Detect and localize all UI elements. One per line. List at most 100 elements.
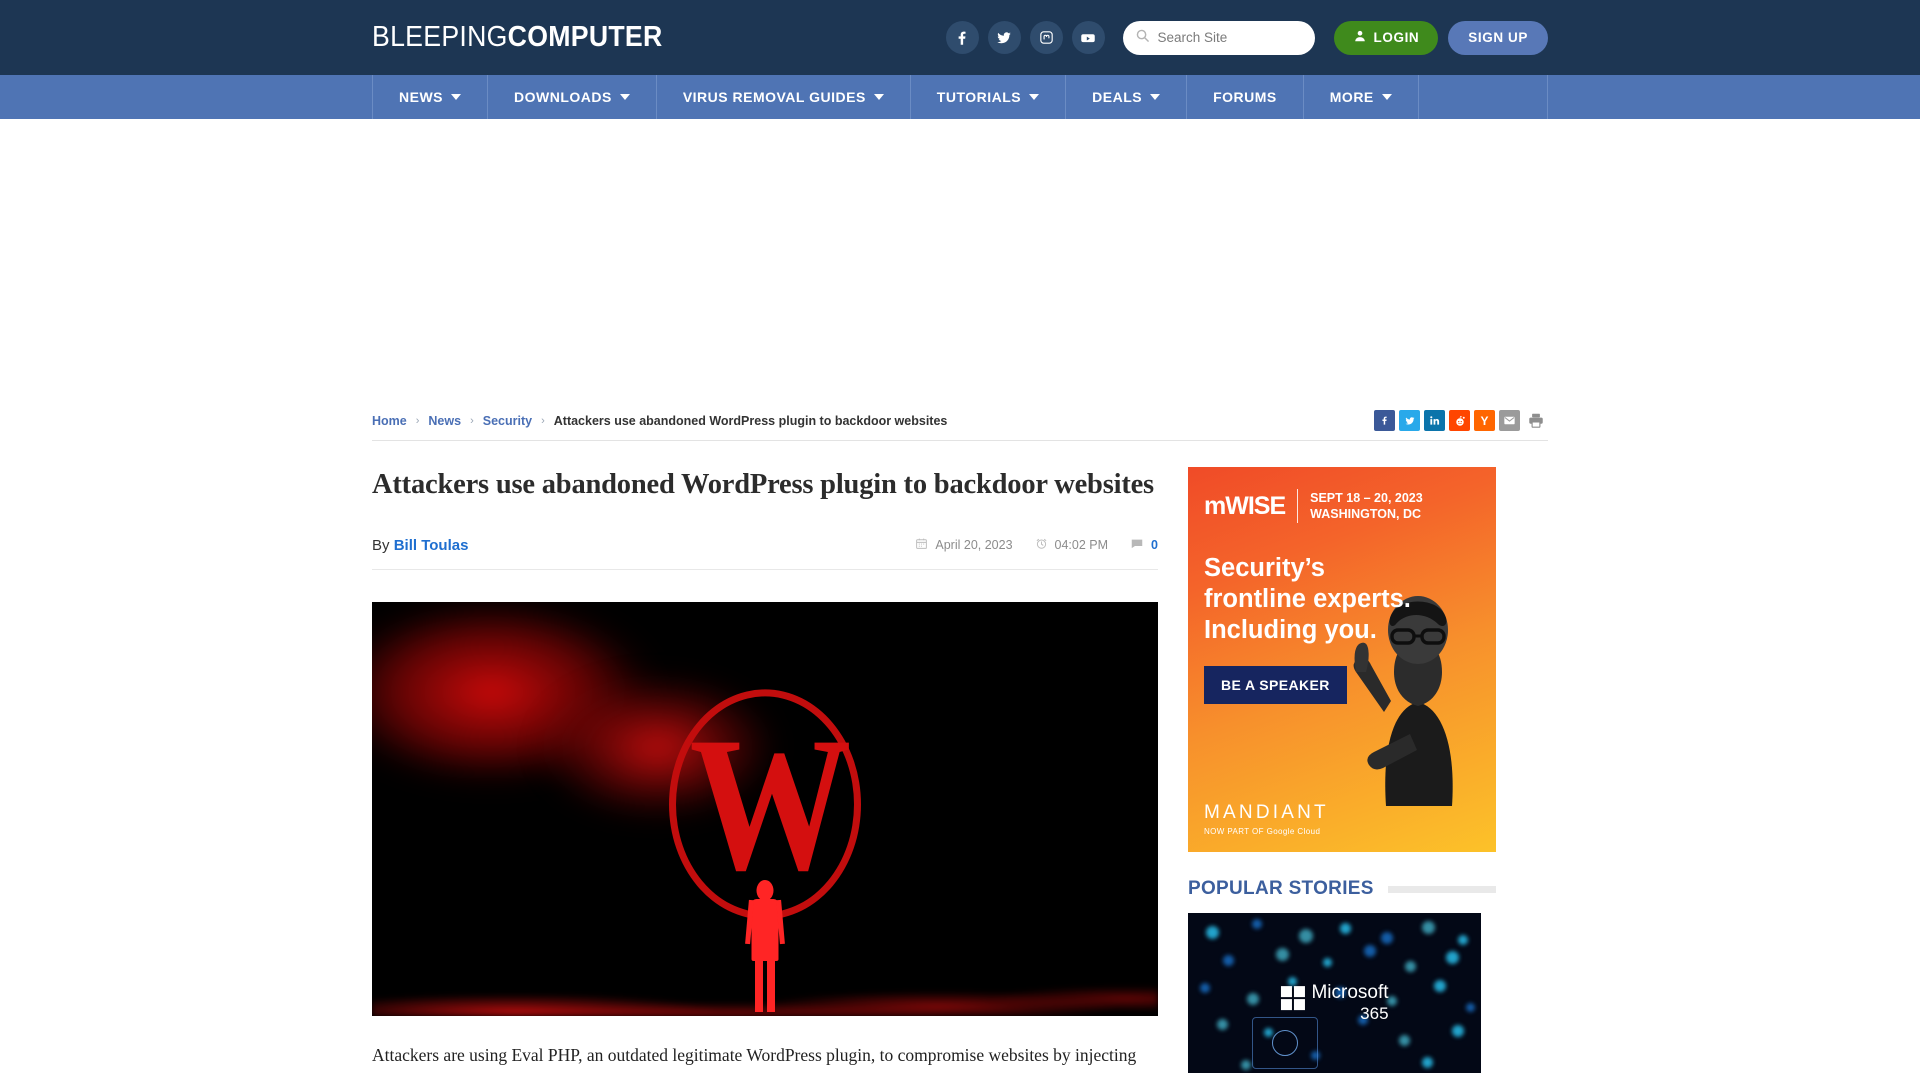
bokeh-dot <box>1445 951 1459 965</box>
bokeh-dot <box>1240 1060 1251 1071</box>
ad-headline-line1: Security’s <box>1204 554 1325 582</box>
nav-item-forums[interactable]: FORUMS <box>1187 75 1304 119</box>
bokeh-dot <box>1404 961 1416 972</box>
sidebar: mWISE SEPT 18 – 20, 2023 WASHINGTON, DC … <box>1188 467 1496 1073</box>
section-divider <box>1387 885 1496 893</box>
twitter-icon[interactable] <box>987 21 1021 54</box>
main-navigation: NEWS DOWNLOADS VIRUS REMOVAL GUIDES TUTORIA… <box>0 75 1920 119</box>
content-wrapper: Home › News › Security › Attackers use abandon… <box>372 401 1548 1073</box>
share-linkedin-icon[interactable] <box>1424 410 1445 431</box>
bokeh-dot <box>1205 925 1219 939</box>
byline-row: By Bill Toulas April 20, 2023 04:02 PM 0 <box>372 537 1158 570</box>
nav-item-deals[interactable]: DEALS <box>1066 75 1188 119</box>
page-title: Attackers use abandoned WordPress plugin… <box>372 469 1154 500</box>
sidebar-advertisement[interactable]: mWISE SEPT 18 – 20, 2023 WASHINGTON, DC … <box>1188 467 1496 852</box>
nav-item-label: TUTORIALS <box>936 89 1022 105</box>
search-input[interactable] <box>1157 30 1303 45</box>
ad-headline-line2: frontline experts. <box>1204 585 1411 614</box>
breadcrumb: Home › News › Security › Attackers use abandon… <box>372 414 947 428</box>
calendar-icon <box>915 537 928 553</box>
popular-story-thumbnail[interactable]: Microsoft 365 <box>1188 913 1481 1073</box>
nav-item-virus-removal-guides[interactable]: VIRUS REMOVAL GUIDES <box>657 75 911 119</box>
bokeh-dot <box>1422 1057 1434 1068</box>
bokeh-dot <box>1275 948 1289 962</box>
bokeh-dot <box>1299 929 1314 943</box>
breadcrumb-item-1[interactable]: Home <box>372 414 407 428</box>
microsoft-365-logo: Microsoft 365 <box>1280 982 1389 1023</box>
nav-item-label: NEWS <box>399 89 443 105</box>
share-email-icon[interactable] <box>1499 410 1520 431</box>
bokeh-dot <box>1457 935 1468 946</box>
article-main-column: Attackers use abandoned WordPress plugin… <box>372 467 1158 1073</box>
mastodon-icon[interactable] <box>1029 21 1063 54</box>
search-box[interactable] <box>1122 20 1315 55</box>
share-twitter-icon[interactable] <box>1399 410 1420 431</box>
bokeh-dot <box>1434 980 1447 993</box>
bokeh-dot <box>1199 983 1210 994</box>
breadcrumb-item-2[interactable]: News <box>428 414 461 428</box>
ad-brand: MANDIANT NOW PART OF Google Cloud <box>1204 802 1329 836</box>
bokeh-dot <box>1217 1018 1229 1030</box>
bokeh-dot <box>1322 957 1332 967</box>
breadcrumb-item-4: Attackers use abandoned WordPress plugin… <box>553 413 948 428</box>
bokeh-dot <box>1381 932 1394 945</box>
publish-date: April 20, 2023 <box>915 537 1013 553</box>
publish-time-text: 04:02 PM <box>1054 538 1109 553</box>
share-reddit-icon[interactable] <box>1449 410 1470 431</box>
nav-item-label: DEALS <box>1092 89 1143 105</box>
share-buttons: Y <box>1374 410 1548 431</box>
login-label: LOGIN <box>1373 30 1420 45</box>
share-hackernews-icon[interactable]: Y <box>1474 410 1495 431</box>
bokeh-dot <box>1398 1034 1410 1046</box>
nav-item-label: FORUMS <box>1213 89 1277 105</box>
nav-item-tutorials[interactable]: TUTORIALS <box>911 75 1067 119</box>
hero-person-silhouette <box>745 879 785 1012</box>
nav-item-label: DOWNLOADS <box>514 89 612 105</box>
ad-date-line1: SEPT 18 – 20, 2023 <box>1310 490 1423 505</box>
microsoft-product: 365 <box>1360 1003 1389 1023</box>
bokeh-dot <box>1466 1002 1476 1012</box>
logo-text-bold: COMPUTER <box>507 21 663 53</box>
publish-date-text: April 20, 2023 <box>935 538 1013 553</box>
ad-divider <box>1297 489 1299 523</box>
chevron-down-icon <box>1150 94 1161 100</box>
microsoft-text: Microsoft 365 <box>1311 982 1389 1023</box>
article-body-text: Attackers are using Eval PHP, an outdate… <box>372 1044 1137 1065</box>
chevron-down-icon <box>619 94 630 100</box>
chevron-down-icon <box>1029 94 1040 100</box>
site-logo[interactable]: BLEEPINGCOMPUTER <box>372 21 663 54</box>
share-print-icon[interactable] <box>1524 410 1548 431</box>
user-icon <box>1353 29 1367 46</box>
breadcrumb-separator: › <box>541 414 545 427</box>
ad-brand-name: MANDIANT <box>1204 802 1329 823</box>
top-advertisement-slot <box>0 119 1920 401</box>
breadcrumb-separator: › <box>415 414 420 427</box>
login-button[interactable]: LOGIN <box>1333 20 1439 55</box>
facebook-icon[interactable] <box>945 21 979 54</box>
bokeh-dot <box>1451 1025 1464 1037</box>
ad-cta-button[interactable]: BE A SPEAKER <box>1204 666 1347 705</box>
search-icon <box>1135 28 1150 48</box>
microsoft-squares-icon <box>1280 985 1305 1010</box>
ad-cta-label: BE A SPEAKER <box>1221 677 1330 694</box>
author-link[interactable]: Bill Toulas <box>394 537 469 554</box>
breadcrumb-separator: › <box>470 414 474 427</box>
ad-header: mWISE SEPT 18 – 20, 2023 WASHINGTON, DC <box>1188 467 1496 523</box>
popular-stories-title: POPULAR STORIES <box>1188 878 1374 899</box>
nav-item-downloads[interactable]: DOWNLOADS <box>488 75 657 119</box>
article-hero-image: W <box>372 601 1158 1016</box>
signup-button[interactable]: SIGN UP <box>1448 20 1548 55</box>
youtube-icon[interactable] <box>1071 21 1105 54</box>
publish-time: 04:02 PM <box>1035 537 1109 553</box>
site-header: BLEEPINGCOMPUTER Search Site LOGIN SIGN … <box>0 0 1920 75</box>
nav-item-news[interactable]: NEWS <box>373 75 488 119</box>
nav-item-more[interactable]: MORE <box>1304 75 1419 119</box>
comment-count[interactable]: 0 <box>1130 537 1158 554</box>
chevron-down-icon <box>1381 94 1392 100</box>
breadcrumb-item-3[interactable]: Security <box>483 414 532 428</box>
bokeh-dot <box>1246 993 1259 1005</box>
share-facebook-icon[interactable] <box>1374 410 1395 431</box>
signup-label: SIGN UP <box>1468 30 1528 45</box>
bokeh-dot <box>1252 919 1263 930</box>
bokeh-dot <box>1422 921 1436 934</box>
